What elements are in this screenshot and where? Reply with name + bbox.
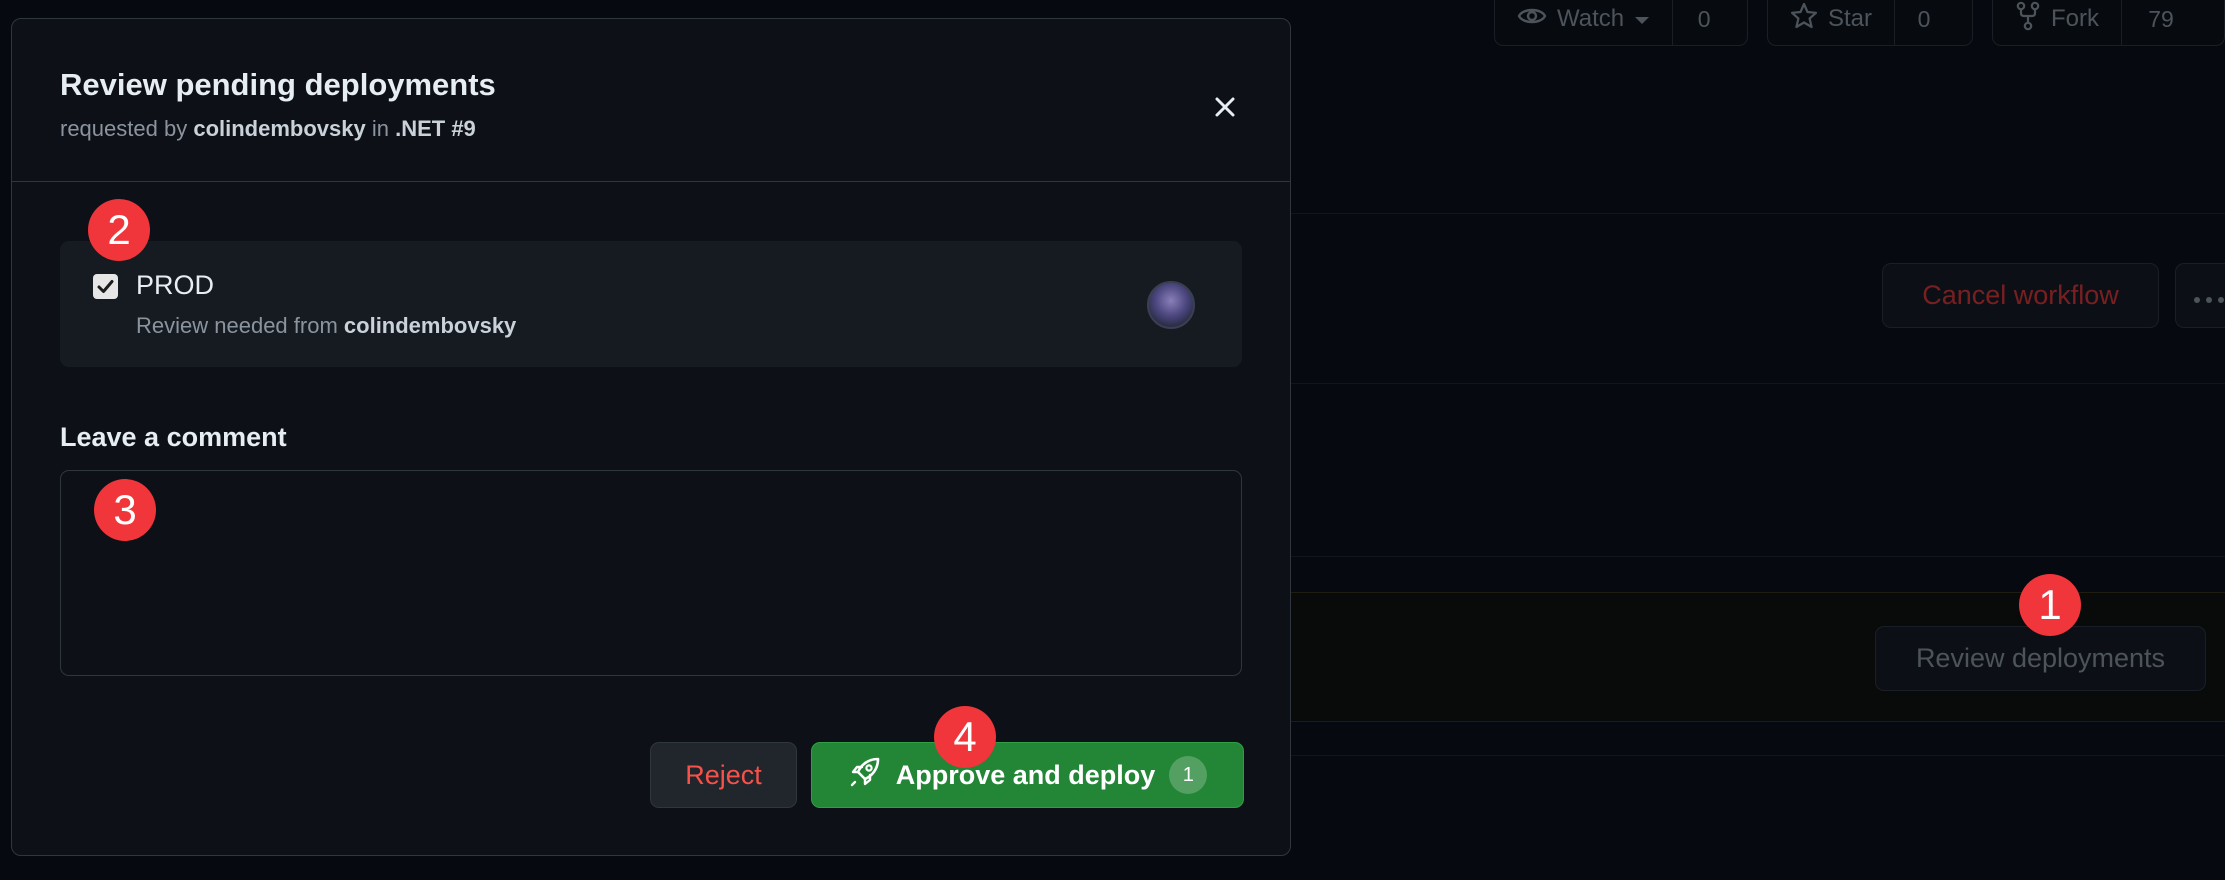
approve-count-badge: 1	[1169, 756, 1208, 794]
approve-and-deploy-button[interactable]: Approve and deploy 1	[811, 742, 1244, 808]
requested-by-prefix: requested by	[60, 116, 188, 141]
step-callout: 2	[88, 199, 150, 261]
reviewer-name: colindembovsky	[343, 313, 517, 338]
environment-checkbox[interactable]	[93, 274, 118, 299]
comment-label: Leave a comment	[60, 422, 287, 452]
environment-name: PROD	[136, 270, 215, 300]
dialog-title: Review pending deployments	[60, 67, 496, 102]
step-callout: 1	[2019, 574, 2081, 636]
requester-name: colindembovsky	[193, 116, 366, 141]
reject-label: Reject	[685, 759, 762, 790]
comment-textarea[interactable]	[60, 470, 1242, 676]
environment-card: PROD Review needed from colindembovsky	[60, 241, 1242, 367]
in-word: in	[371, 116, 389, 141]
step-callout: 4	[934, 706, 996, 768]
review-deployments-dialog: Review pending deployments requested by …	[11, 18, 1291, 856]
checkmark-icon	[97, 280, 114, 293]
approve-label: Approve and deploy	[895, 759, 1156, 790]
avatar	[1147, 281, 1195, 329]
review-needed-text: Review needed from colindembovsky	[136, 313, 516, 339]
reject-button[interactable]: Reject	[650, 742, 797, 808]
step-callout: 3	[94, 479, 156, 541]
dialog-subtitle: requested by colindembovsky in .NET #9	[60, 116, 476, 142]
review-needed-prefix: Review needed from	[136, 313, 338, 338]
rocket-icon	[848, 755, 882, 796]
close-icon[interactable]	[1207, 89, 1243, 125]
dialog-divider	[12, 181, 1290, 182]
workflow-run-link[interactable]: .NET #9	[395, 116, 476, 141]
